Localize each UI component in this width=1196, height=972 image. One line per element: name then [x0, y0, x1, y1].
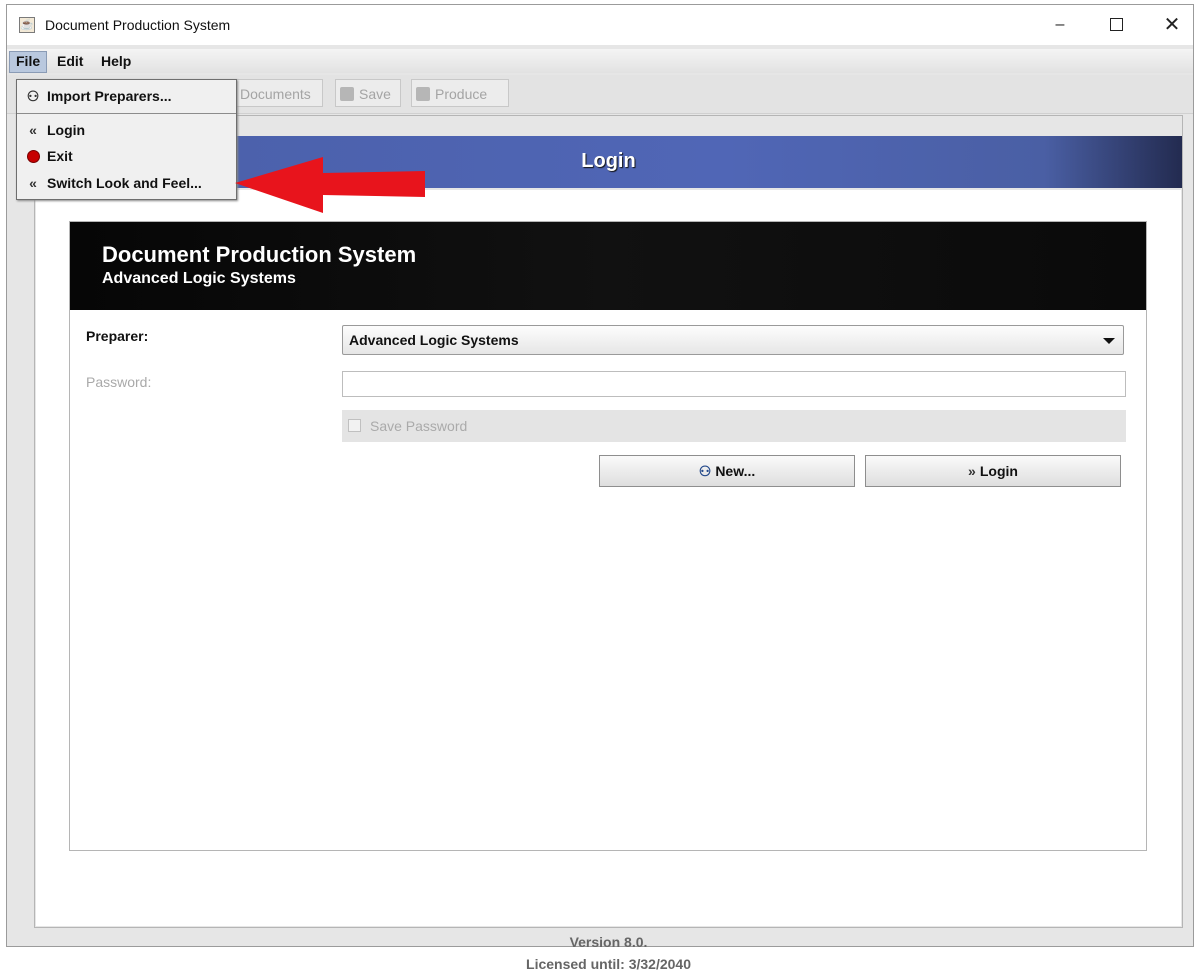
login-button-label: Login	[979, 463, 1018, 479]
minimize-button[interactable]: –	[1037, 11, 1083, 39]
file-menu-dropdown: ⚇ Import Preparers... « Login Exit « Switch…	[16, 79, 237, 200]
preparer-select[interactable]: Advanced Logic Systems	[342, 325, 1124, 355]
exit-menu-label: Exit	[47, 148, 73, 164]
menu-help[interactable]: Help	[95, 51, 137, 71]
version-text: Version 8.0.	[569, 934, 648, 950]
menu-separator	[17, 113, 236, 114]
close-button[interactable]: ✕	[1149, 11, 1195, 39]
import-preparers-label: Import Preparers...	[47, 88, 172, 104]
chevron-left-icon: «	[29, 122, 37, 138]
app-icon: ☕	[19, 17, 35, 33]
password-label: Password:	[86, 374, 152, 390]
save-label: Save	[359, 86, 391, 102]
banner: Document Production System Advanced Logi…	[70, 222, 1146, 310]
printer-icon	[416, 87, 430, 101]
exit-icon	[25, 143, 41, 169]
save-icon	[340, 87, 354, 101]
produce-label: Produce	[435, 86, 488, 102]
license-text: Licensed until: 3/32/2040	[526, 956, 691, 972]
documents-label: Documents	[240, 86, 311, 102]
new-preparer-icon: ⚇	[698, 463, 712, 479]
login-card: Document Production System Advanced Logi…	[69, 221, 1147, 851]
dropdown-arrow-icon	[1103, 338, 1115, 344]
menu-item-switch-look-and-feel[interactable]: « Switch Look and Feel...	[17, 170, 236, 196]
menu-item-import-preparers[interactable]: ⚇ Import Preparers...	[17, 83, 236, 109]
login-content: Document Production System Advanced Logi…	[36, 190, 1181, 972]
chevron-left-icon: «	[29, 175, 37, 191]
menu-item-login[interactable]: « Login	[17, 117, 236, 143]
save-password-checkbox[interactable]	[348, 419, 361, 432]
app-window: ☕ Document Production System – ✕ File Ed…	[6, 4, 1194, 972]
title-bar: ☕ Document Production System – ✕	[7, 5, 1193, 45]
menu-file[interactable]: File	[9, 51, 48, 73]
switch-look-label: Switch Look and Feel...	[47, 175, 202, 191]
preparer-value: Advanced Logic Systems	[349, 332, 519, 348]
annotation-arrow-icon	[235, 157, 425, 213]
login-button[interactable]: » Login	[865, 455, 1121, 487]
login-menu-label: Login	[47, 122, 86, 138]
new-button-label: New...	[715, 463, 756, 479]
new-button[interactable]: ⚇ New...	[599, 455, 855, 487]
preparer-label: Preparer:	[86, 328, 149, 344]
produce-button[interactable]: Produce	[411, 79, 509, 107]
import-icon: ⚇	[26, 88, 40, 104]
menu-edit[interactable]: Edit	[51, 51, 89, 71]
main-panel: Login Document Production System Advance…	[34, 115, 1183, 972]
window-title: Document Production System	[45, 17, 231, 33]
banner-title: Document Production System	[102, 242, 417, 267]
save-button[interactable]: Save	[335, 79, 401, 107]
menu-item-exit[interactable]: Exit	[17, 143, 236, 169]
save-password-row: Save Password	[342, 410, 1126, 442]
banner-subtitle: Advanced Logic Systems	[102, 270, 296, 287]
maximize-icon	[1109, 18, 1123, 32]
maximize-button[interactable]	[1093, 11, 1139, 39]
chevron-right-icon: »	[968, 463, 976, 479]
save-password-label: Save Password	[370, 418, 468, 434]
documents-button[interactable]: Documents	[235, 79, 323, 107]
password-field[interactable]	[342, 371, 1126, 397]
menu-bar: File Edit Help	[7, 49, 1193, 73]
